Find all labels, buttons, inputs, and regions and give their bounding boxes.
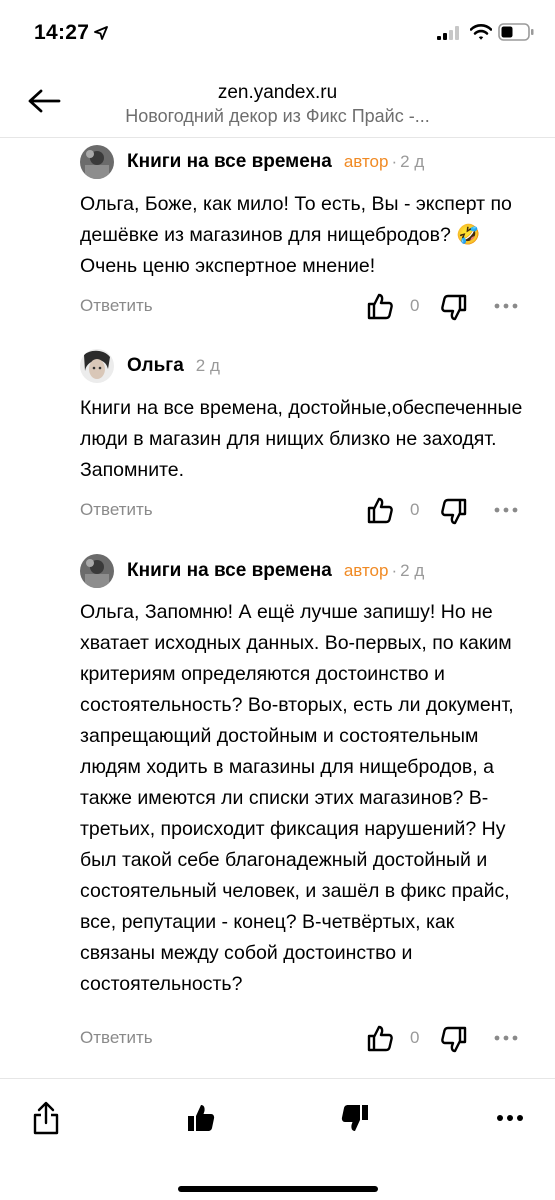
cellular-signal-icon [437,26,459,40]
avatar[interactable] [80,349,114,383]
comment-actions: Ответить 0 [80,1024,525,1054]
thumbs-down-icon[interactable] [441,1026,467,1054]
page-domain: zen.yandex.ru [217,82,338,103]
like-count: 0 [410,500,420,519]
comment-time: 2 д [195,356,220,375]
avatar[interactable] [80,145,114,179]
home-indicator [178,1186,378,1192]
thumbs-up-icon[interactable] [367,292,393,320]
avatar-books-icon [80,554,114,588]
more-icon[interactable] [494,506,518,514]
bottom-toolbar [0,1078,555,1200]
thumbs-down-icon[interactable] [441,294,467,322]
thumbs-down-filled-icon [341,1105,368,1131]
meta-separator: · [391,561,398,580]
comment-text: Книги на все времена, достойные,обеспече… [80,397,523,481]
comment-list: Книги на все времена автор · 2 д Ольга, … [0,138,555,1078]
comment-author[interactable]: Ольга [127,355,184,377]
reply-button[interactable]: Ответить [80,296,153,316]
comment-author[interactable]: Книги на все времена [127,560,332,582]
status-time: 14:27 [34,21,90,44]
more-icon[interactable] [494,1034,518,1042]
comment-time: 2 д [400,561,425,580]
avatar-books-icon [80,145,114,179]
page-title: Новогодний декор из Фикс Прайс -... [125,106,430,126]
dislike-article-button[interactable] [338,1101,372,1135]
comment-actions: Ответить 0 [80,496,525,526]
comment-header: Ольга 2 д [80,349,220,383]
more-icon[interactable] [494,302,518,310]
location-arrow-icon [94,26,108,40]
like-article-button[interactable] [184,1101,218,1135]
thumbs-up-icon[interactable] [367,496,393,524]
comment-author[interactable]: Книги на все времена [127,151,332,173]
share-icon [33,1101,59,1135]
nav-bar: zen.yandex.ru Новогодний декор из Фикс П… [0,66,555,138]
battery-icon [498,23,534,41]
reply-button[interactable]: Ответить [80,1028,153,1048]
author-badge: автор [343,561,389,580]
like-count: 0 [410,1028,420,1047]
avatar[interactable] [80,554,114,588]
comment-time: 2 д [400,152,425,171]
reply-button[interactable]: Ответить [80,500,153,520]
thumbs-up-filled-icon [188,1105,215,1131]
comment-actions: Ответить 0 [80,292,525,322]
status-bar: 14:27 [0,0,555,66]
wifi-icon [470,24,492,40]
avatar-person-icon [80,349,114,383]
comment-text: Ольга, Боже, как мило! То есть, Вы - экс… [80,193,512,277]
comment-header: Книги на все времена автор · 2 д [80,145,424,179]
author-badge: автор [343,152,389,171]
more-horizontal-icon [497,1115,523,1121]
thumbs-down-icon[interactable] [441,498,467,526]
thumbs-up-icon[interactable] [367,1024,393,1052]
comment-header: Книги на все времена автор · 2 д [80,554,424,588]
like-count: 0 [410,296,420,315]
meta-separator: · [391,152,398,171]
comment-text: Ольга, Запомню! А ещё лучше запишу! Но н… [80,601,514,995]
share-button[interactable] [29,1101,63,1135]
more-options-button[interactable] [493,1101,527,1135]
